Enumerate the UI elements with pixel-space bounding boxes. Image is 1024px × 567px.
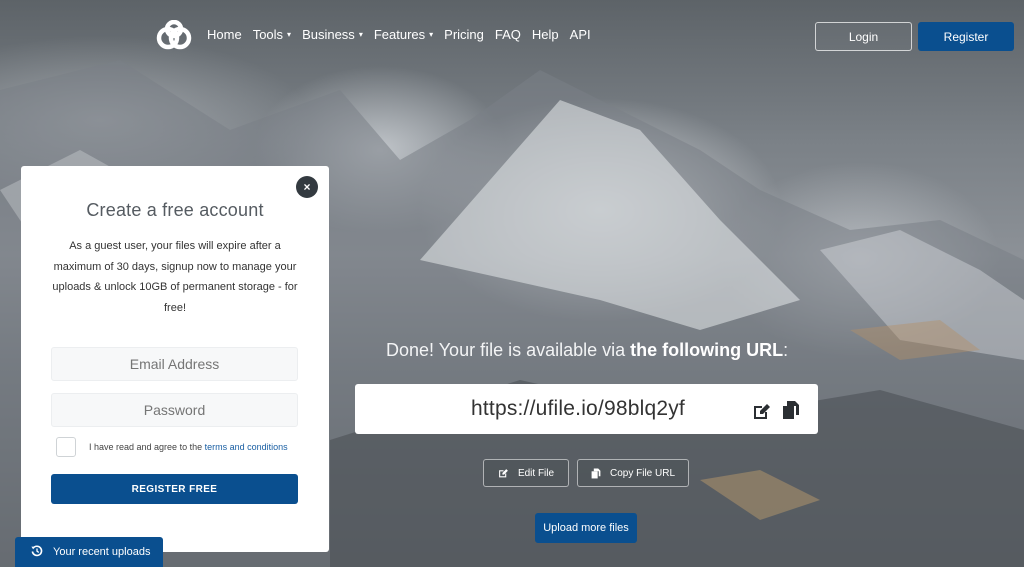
ufile-logo-icon[interactable] (156, 19, 192, 50)
nav-link-api[interactable]: API (570, 27, 591, 42)
register-button[interactable]: Register (918, 22, 1014, 51)
copy-file-url-button[interactable]: Copy File URL (577, 459, 689, 487)
edit-file-button[interactable]: Edit File (483, 459, 569, 487)
terms-checkbox[interactable] (56, 437, 76, 457)
terms-label: I have read and agree to the terms and c… (89, 442, 288, 452)
chevron-down-icon: ▾ (287, 30, 292, 39)
signup-description: As a guest user, your files will expire … (52, 240, 298, 314)
nav-link-pricing[interactable]: Pricing (444, 27, 484, 42)
upload-more-files-button[interactable]: Upload more files (535, 513, 637, 543)
terms-link[interactable]: terms and conditions (205, 442, 288, 452)
history-icon (31, 545, 43, 560)
chevron-down-icon: ▾ (358, 30, 363, 39)
nav-link-help[interactable]: Help (532, 27, 559, 42)
recent-uploads-button[interactable]: Your recent uploads (15, 537, 163, 567)
email-field[interactable] (51, 347, 298, 381)
password-field[interactable] (51, 393, 298, 427)
edit-icon[interactable] (752, 402, 772, 420)
nav-link-home[interactable]: Home (207, 27, 242, 42)
copy-icon[interactable] (782, 400, 800, 420)
login-button[interactable]: Login (815, 22, 912, 51)
file-url[interactable]: https://ufile.io/98blq2yf (471, 397, 685, 421)
nav-links: Home Tools ▾ Business ▾ Features ▾ Pricing … (207, 27, 602, 42)
register-free-button[interactable]: REGISTER FREE (51, 474, 298, 504)
nav-link-features[interactable]: Features ▾ (374, 27, 433, 42)
close-icon[interactable]: × (296, 176, 318, 198)
copy-icon (591, 468, 601, 479)
top-nav: Home Tools ▾ Business ▾ Features ▾ Pricing … (0, 0, 1024, 70)
edit-icon (498, 468, 509, 478)
chevron-down-icon: ▾ (429, 30, 434, 39)
signup-title: Create a free account (86, 200, 264, 220)
nav-link-business[interactable]: Business ▾ (302, 27, 363, 42)
nav-link-faq[interactable]: FAQ (495, 27, 521, 42)
upload-done-message: Done! Your file is available via the fol… (386, 340, 789, 360)
nav-link-tools[interactable]: Tools ▾ (253, 27, 291, 42)
